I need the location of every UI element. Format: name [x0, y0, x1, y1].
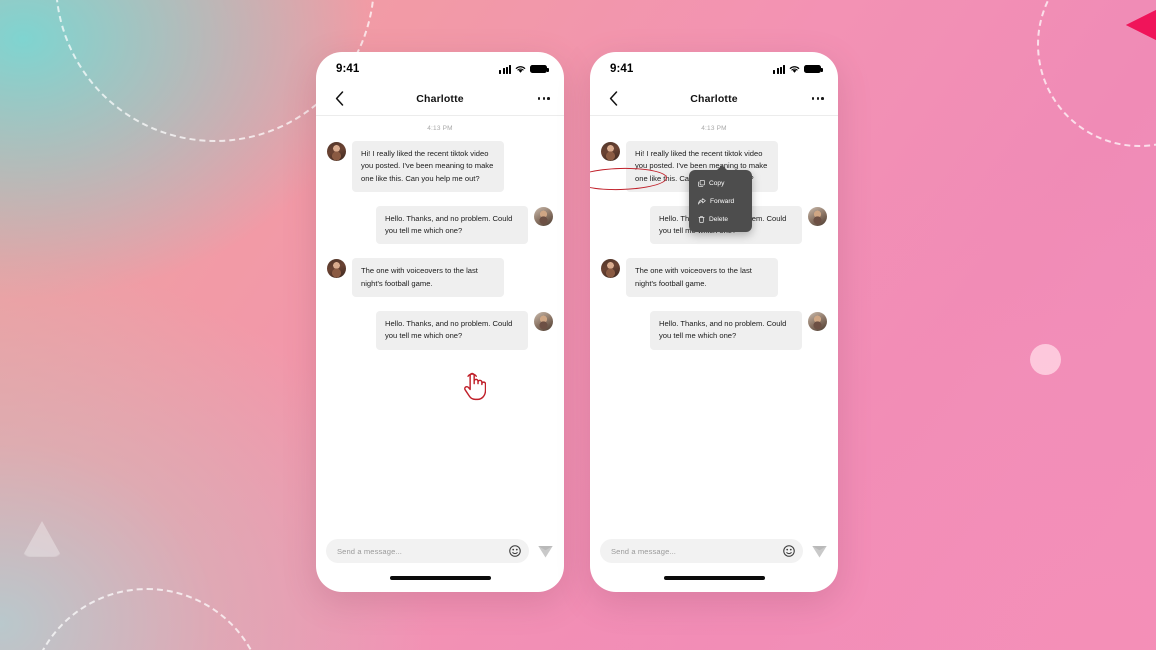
copy-icon	[698, 179, 705, 187]
wifi-icon	[789, 65, 800, 73]
status-time: 9:41	[610, 63, 634, 75]
home-indicator	[590, 576, 838, 592]
forward-arrow-icon	[698, 197, 706, 204]
message-input-field[interactable]: Send a message...	[600, 539, 803, 563]
more-dot	[542, 97, 546, 100]
emoji-smiley-icon[interactable]	[509, 545, 521, 557]
trash-icon	[698, 215, 705, 223]
battery-icon	[804, 64, 823, 74]
status-bar: 9:41	[316, 52, 564, 82]
send-paper-plane-icon[interactable]	[537, 543, 554, 560]
avatar-self	[534, 312, 553, 332]
red-triangle-icon	[1126, 8, 1156, 42]
message-bubble[interactable]: The one with voiceovers to the last nigh…	[352, 258, 504, 298]
more-dot	[816, 97, 820, 100]
message-context-menu: Copy Forward Delete	[689, 165, 752, 232]
context-menu-item-forward[interactable]: Forward	[689, 192, 752, 210]
dashed-ring-bottom-left-icon	[27, 588, 267, 650]
phone-screen-before: 9:41 Charlotte 4:13 PM Hi! I really like…	[316, 52, 564, 592]
chat-timestamp: 4:13 PM	[427, 125, 453, 132]
dashed-ring-top-right-icon	[1037, 0, 1156, 147]
status-icons	[773, 64, 823, 74]
context-menu-label: Delete	[709, 215, 729, 223]
scene-canvas: 9:41 Charlotte 4:13 PM Hi! I really like…	[0, 0, 1156, 650]
message-input-field[interactable]: Send a message...	[326, 539, 529, 563]
message-row-incoming: Hi! I really liked the recent tiktok vid…	[327, 141, 553, 192]
message-row-outgoing: Hello. Thanks, and no problem. Could you…	[327, 205, 553, 245]
more-options-button[interactable]	[806, 97, 824, 100]
message-bubble[interactable]: The one with voiceovers to the last nigh…	[626, 258, 778, 298]
back-button[interactable]	[604, 90, 622, 108]
status-bar: 9:41	[590, 52, 838, 82]
more-dot	[811, 97, 815, 100]
status-time: 9:41	[336, 63, 360, 75]
message-row-outgoing: Hello. Thanks, and no problem. Could you…	[327, 311, 553, 350]
cellular-signal-icon	[773, 64, 785, 74]
context-menu-label: Copy	[709, 179, 725, 187]
tap-hand-cursor-icon	[464, 372, 486, 401]
more-dot	[547, 97, 550, 100]
message-row-incoming: The one with voiceovers to the last nigh…	[327, 258, 553, 298]
avatar-contact	[601, 259, 620, 279]
avatar-contact	[601, 142, 620, 161]
avatar-self	[808, 206, 827, 226]
back-button[interactable]	[330, 90, 348, 108]
chat-timestamp: 4:13 PM	[701, 125, 727, 132]
message-composer: Send a message...	[590, 530, 838, 576]
soft-triangle-icon	[22, 521, 62, 557]
chat-message-list[interactable]: 4:13 PM Hi! I really liked the recent ti…	[590, 116, 838, 530]
chat-message-list[interactable]: 4:13 PM Hi! I really liked the recent ti…	[316, 116, 564, 530]
chevron-left-icon	[609, 91, 617, 106]
message-row-incoming: The one with voiceovers to the last nigh…	[601, 258, 827, 298]
conversation-title: Charlotte	[690, 92, 738, 105]
message-input-placeholder: Send a message...	[611, 546, 677, 556]
message-bubble-selected[interactable]: Hello. Thanks, and no problem. Could you…	[650, 311, 802, 350]
message-bubble[interactable]: Hello. Thanks, and no problem. Could you…	[376, 205, 528, 245]
cellular-signal-icon	[499, 64, 511, 74]
avatar-self	[534, 206, 553, 226]
chevron-left-icon	[335, 91, 343, 106]
more-dot	[537, 97, 541, 100]
more-dot	[821, 97, 824, 100]
status-icons	[499, 64, 549, 74]
send-paper-plane-icon[interactable]	[811, 543, 828, 560]
message-composer: Send a message...	[316, 530, 564, 576]
message-bubble[interactable]: Hi! I really liked the recent tiktok vid…	[352, 141, 504, 192]
wifi-icon	[515, 65, 526, 73]
avatar-contact	[327, 142, 346, 161]
context-menu-item-delete[interactable]: Delete	[689, 210, 752, 228]
message-row-outgoing: Hello. Thanks, and no problem. Could you…	[601, 311, 827, 350]
nav-header: Charlotte	[316, 82, 564, 116]
message-input-placeholder: Send a message...	[337, 546, 403, 556]
more-options-button[interactable]	[532, 97, 550, 100]
message-bubble-selected[interactable]: Hello. Thanks, and no problem. Could you…	[376, 311, 528, 350]
context-menu-label: Forward	[710, 197, 735, 205]
nav-header: Charlotte	[590, 82, 838, 116]
home-indicator	[316, 576, 564, 592]
avatar-self	[808, 312, 827, 332]
pink-dot-icon	[1030, 344, 1061, 375]
avatar-contact	[327, 259, 346, 279]
conversation-title: Charlotte	[416, 92, 464, 105]
context-menu-item-copy[interactable]: Copy	[689, 174, 752, 192]
phone-screen-after: 9:41 Charlotte 4:13 PM Hi! I really like…	[590, 52, 838, 592]
emoji-smiley-icon[interactable]	[783, 545, 795, 557]
battery-icon	[530, 64, 549, 74]
